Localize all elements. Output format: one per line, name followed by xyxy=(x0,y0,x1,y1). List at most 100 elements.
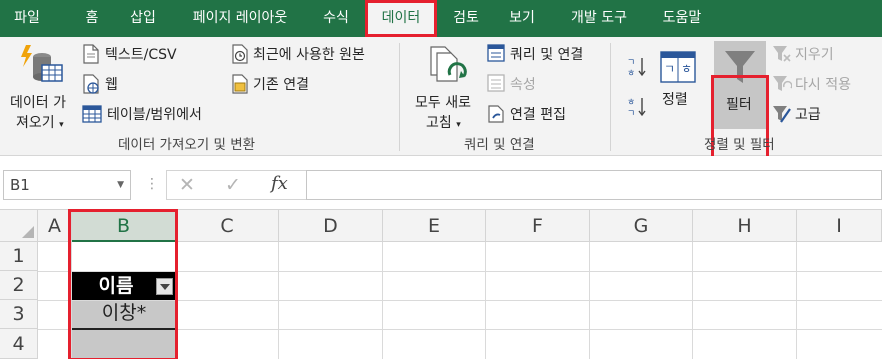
get-data-button[interactable]: 데이터 가 져오기 ▾ xyxy=(4,41,78,131)
sort-ascending-button[interactable]: ㄱ ㅎ xyxy=(626,55,650,79)
refresh-all-label-2: 고침 xyxy=(426,115,452,131)
column-header-b[interactable]: B xyxy=(72,210,176,242)
name-box[interactable]: B1 ▼ xyxy=(3,170,131,200)
clear-filter-icon xyxy=(773,46,791,62)
text-file-icon xyxy=(83,44,99,64)
column-header-g[interactable]: G xyxy=(590,210,693,242)
get-data-label-2: 져오기 xyxy=(16,115,55,131)
clear-filter-button[interactable]: 지우기 xyxy=(772,43,852,65)
from-table-range-label: 테이블/범위에서 xyxy=(107,107,202,123)
cell-b3[interactable]: 이창* xyxy=(72,301,176,329)
sort-ascending-icon: ㄱ ㅎ xyxy=(627,58,646,79)
group-divider xyxy=(610,43,611,151)
recent-sources-icon xyxy=(232,44,248,64)
sort-label: 정렬 xyxy=(662,92,688,108)
properties-icon xyxy=(487,74,505,92)
properties-label: 속성 xyxy=(510,77,536,93)
ribbon: 데이터 가 져오기 ▾ 텍스트/CSV 웹 테이블/범위에서 최근에 사용한 원… xyxy=(0,37,882,167)
from-text-csv-label: 텍스트/CSV xyxy=(105,47,177,63)
recent-sources-label: 최근에 사용한 원본 xyxy=(253,47,365,63)
tab-data[interactable]: 데이터 xyxy=(368,2,434,37)
queries-connections-label: 쿼리 및 연결 xyxy=(510,47,584,63)
column-header-c[interactable]: C xyxy=(176,210,279,242)
tab-home[interactable]: 홈 xyxy=(72,0,112,37)
row-header-4[interactable]: 4 xyxy=(0,329,38,359)
advanced-filter-icon xyxy=(773,106,791,123)
sort-dialog-icon: ㄱ ㅎ xyxy=(660,51,696,83)
group-label-sort-filter: 정렬 및 필터 xyxy=(704,137,775,153)
tab-file[interactable]: 파일 xyxy=(0,0,54,37)
row-header-2[interactable]: 2 xyxy=(0,271,38,300)
filter-dropdown-button[interactable] xyxy=(156,278,173,295)
chevron-down-icon: ▼ xyxy=(117,180,124,190)
tab-review[interactable]: 검토 xyxy=(442,0,490,37)
properties-button[interactable]: 속성 xyxy=(487,73,547,95)
from-text-csv-button[interactable]: 텍스트/CSV xyxy=(82,43,212,65)
column-header-a[interactable]: A xyxy=(38,210,72,242)
edit-links-button[interactable]: 연결 편집 xyxy=(487,103,582,125)
reapply-filter-button[interactable]: 다시 적용 xyxy=(772,73,872,95)
queries-connections-button[interactable]: 쿼리 및 연결 xyxy=(487,43,602,65)
refresh-all-button[interactable]: 모두 새로 고침 ▾ xyxy=(406,41,484,132)
dropdown-arrow-icon xyxy=(160,284,170,290)
column-header-f[interactable]: F xyxy=(486,210,590,242)
table-icon xyxy=(82,105,102,123)
reapply-filter-label: 다시 적용 xyxy=(795,77,851,93)
cell-b2[interactable]: 이름 xyxy=(72,272,176,300)
column-header-d[interactable]: D xyxy=(279,210,383,242)
gridline xyxy=(692,242,693,359)
drag-handle-icon[interactable]: ⋮ xyxy=(145,176,160,192)
tab-page-layout[interactable]: 페이지 레이아웃 xyxy=(175,0,305,37)
tab-view[interactable]: 보기 xyxy=(498,0,546,37)
cell-b1[interactable] xyxy=(72,243,176,271)
sort-descending-button[interactable]: ㅎ ㄱ xyxy=(626,95,650,119)
clear-filter-label: 지우기 xyxy=(795,47,834,63)
from-table-range-button[interactable]: 테이블/범위에서 xyxy=(82,103,222,125)
chevron-down-icon: ▾ xyxy=(59,120,64,130)
column-header-e[interactable]: E xyxy=(383,210,486,242)
worksheet-grid: A B C D E F G H I 1 2 3 4 이름 이창* xyxy=(0,210,882,359)
enter-icon[interactable]: ✓ xyxy=(225,174,241,196)
chevron-down-icon: ▾ xyxy=(456,120,461,130)
filter-button[interactable]: 필터 xyxy=(714,41,766,129)
insert-function-icon[interactable]: fx xyxy=(271,173,288,194)
refresh-all-label-2-wrap: 고침 ▾ xyxy=(426,112,461,132)
advanced-filter-button[interactable]: 고급 xyxy=(772,103,842,125)
tab-formulas[interactable]: 수식 xyxy=(312,0,360,37)
filter-funnel-icon xyxy=(725,51,755,83)
formula-input[interactable] xyxy=(306,170,882,200)
tab-developer[interactable]: 개발 도구 xyxy=(554,0,644,37)
reapply-icon xyxy=(773,76,792,91)
group-label-get-transform: 데이터 가져오기 및 변환 xyxy=(118,137,256,153)
name-box-value: B1 xyxy=(10,176,30,194)
existing-connections-label: 기존 연결 xyxy=(253,77,309,93)
advanced-filter-label: 고급 xyxy=(795,107,821,123)
tab-insert[interactable]: 삽입 xyxy=(118,0,168,37)
web-page-icon xyxy=(83,74,99,94)
svg-text:ㄱ: ㄱ xyxy=(627,58,635,68)
gridline xyxy=(382,242,383,359)
queries-connections-icon xyxy=(487,44,505,62)
group-divider xyxy=(399,43,400,151)
gridline xyxy=(796,242,797,359)
sort-descending-icon: ㅎ ㄱ xyxy=(627,98,646,119)
refresh-all-label-1: 모두 새로 xyxy=(415,95,471,111)
tab-help[interactable]: 도움말 xyxy=(650,0,714,37)
get-data-label-1: 데이터 가 xyxy=(10,95,66,111)
sort-button[interactable]: ㄱ ㅎ 정렬 xyxy=(656,47,700,127)
select-all-corner[interactable] xyxy=(0,210,38,242)
column-header-h[interactable]: H xyxy=(693,210,797,242)
existing-connections-icon xyxy=(232,74,248,94)
svg-text:ㅎ: ㅎ xyxy=(627,98,635,108)
cell-b2-text: 이름 xyxy=(98,275,134,297)
cell-b4[interactable] xyxy=(72,330,176,359)
row-header-1[interactable]: 1 xyxy=(0,242,38,271)
group-label-queries: 쿼리 및 연결 xyxy=(464,137,535,153)
cancel-icon[interactable]: ✕ xyxy=(179,174,195,196)
row-header-3[interactable]: 3 xyxy=(0,300,38,329)
recent-sources-button[interactable]: 최근에 사용한 원본 xyxy=(231,43,391,65)
column-header-i[interactable]: I xyxy=(797,210,882,242)
get-data-icon xyxy=(21,45,63,82)
existing-connections-button[interactable]: 기존 연결 xyxy=(231,73,341,95)
from-web-button[interactable]: 웹 xyxy=(82,73,142,95)
